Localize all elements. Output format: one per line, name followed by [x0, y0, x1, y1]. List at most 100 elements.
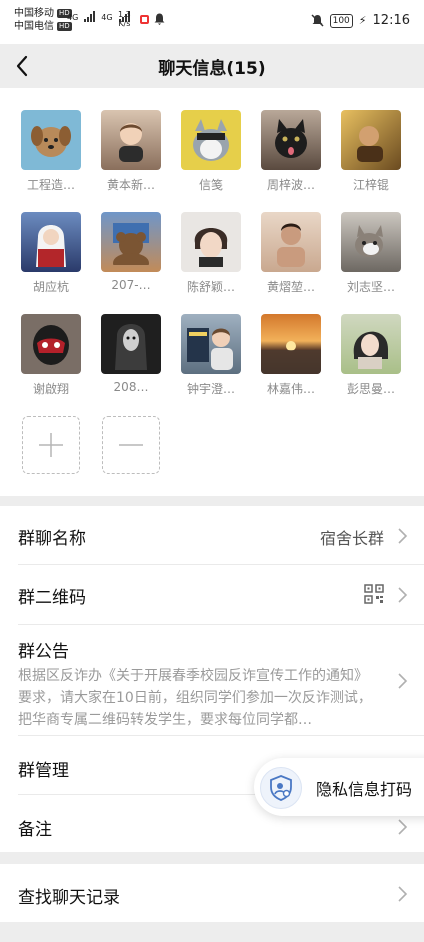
carrier-2: 中国电信 [14, 21, 54, 32]
group-name-row[interactable]: 群聊名称 宿舍长群 [0, 506, 424, 564]
group-qr-row[interactable]: 群二维码 [0, 565, 424, 624]
avatar [341, 212, 401, 272]
shield-icon [260, 767, 302, 809]
remove-member-button[interactable] [102, 416, 160, 474]
app-notification-icon [140, 14, 149, 24]
avatar-image-icon [355, 225, 383, 257]
member-name: 谢啟翔 [32, 382, 69, 396]
avatar [261, 314, 321, 374]
group-notice-row[interactable]: 群公告 根据区反诈办《关于开展春季校园反诈宣传工作的通知》要求，请大家在10日前… [0, 625, 424, 735]
bottom-spacer [0, 930, 424, 942]
speed-value: 1.3 [118, 10, 131, 19]
group-name-label: 群聊名称 [18, 529, 86, 549]
group-notice-label: 群公告 [18, 642, 69, 662]
avatar-image-icon [115, 324, 147, 370]
member-name: 江梓锟 [352, 178, 389, 192]
member-name: 胡应杭 [32, 280, 69, 294]
add-member-button[interactable] [22, 416, 80, 474]
member-item[interactable]: 陈舒颖… [171, 212, 251, 295]
speed-unit: K/s [118, 19, 131, 28]
page-title: 聊天信息(15) [158, 59, 266, 79]
avatar [341, 314, 401, 374]
member-name: 信笺 [198, 178, 223, 192]
member-name: 钟宇澄… [186, 382, 235, 396]
avatar [341, 110, 401, 170]
member-item[interactable]: 工程造… [11, 110, 91, 193]
member-name: 林嘉伟… [266, 382, 315, 396]
privacy-mask-button[interactable]: 隐私信息打码 [254, 758, 424, 816]
member-item[interactable]: 林嘉伟… [251, 314, 331, 397]
avatar [261, 110, 321, 170]
carrier-info: 中国移动 HD 中国电信 HD [14, 7, 72, 33]
member-item[interactable]: 信笺 [171, 110, 251, 193]
member-name: 工程造… [26, 178, 75, 192]
avatar-image-icon [187, 328, 233, 370]
member-item[interactable]: 207-… [91, 212, 171, 292]
search-history-row[interactable]: 查找聊天记录 [0, 864, 424, 922]
group-qr-label: 群二维码 [18, 588, 86, 608]
avatar [21, 314, 81, 374]
member-item[interactable]: 周梓波… [251, 110, 331, 193]
avatar [261, 212, 321, 272]
network-speed: 1.3 K/s [118, 10, 131, 28]
avatar-image-icon [119, 123, 143, 162]
qr-code-icon [364, 584, 384, 604]
member-item[interactable]: 谢啟翔 [11, 314, 91, 397]
member-name: 207-… [111, 278, 151, 292]
signal-icon [84, 10, 96, 22]
avatar [181, 212, 241, 272]
navigation-bar: 聊天信息(15) [0, 44, 424, 88]
hd-badge: HD [57, 22, 72, 31]
avatar [21, 212, 81, 272]
avatar [181, 314, 241, 374]
member-item[interactable]: 彭思曼… [331, 314, 411, 397]
group-manage-label: 群管理 [18, 761, 69, 781]
battery-level: 100 [329, 13, 353, 28]
group-notice-text: 根据区反诈办《关于开展春季校园反诈宣传工作的通知》要求，请大家在10日前，组织同… [18, 668, 372, 728]
clock: 12:16 [372, 13, 410, 28]
chevron-right-icon [398, 673, 408, 689]
member-name: 陈舒颖… [186, 280, 235, 294]
avatar [21, 110, 81, 170]
bell-icon [154, 13, 165, 25]
member-item[interactable]: 江梓锟 [331, 110, 411, 193]
chevron-right-icon [398, 528, 408, 544]
member-item[interactable]: 钟宇澄… [171, 314, 251, 397]
chevron-right-icon [398, 587, 408, 603]
avatar-image-icon [33, 325, 69, 365]
net-type-2: 4G [101, 13, 113, 22]
avatar [181, 110, 241, 170]
avatar-image-icon [277, 223, 305, 267]
member-name: 208… [113, 380, 149, 394]
avatar-image-icon [261, 341, 321, 374]
avatar-image-icon [113, 223, 149, 265]
avatar-image-icon [357, 126, 383, 162]
search-history-label: 查找聊天记录 [18, 888, 120, 908]
avatar-image-icon [36, 225, 66, 267]
net-type-1: 4G [67, 13, 79, 22]
status-bar: 中国移动 HD 中国电信 HD 4G 4G 1.3 K/s 100 ⚡ 12:16 [0, 0, 424, 44]
avatar [101, 212, 161, 272]
charging-icon: ⚡ [358, 14, 367, 27]
avatar-image-icon [194, 228, 228, 267]
group-name-value: 宿舍长群 [319, 529, 384, 548]
remark-label: 备注 [18, 820, 52, 840]
member-item[interactable]: 胡应杭 [11, 212, 91, 295]
member-item[interactable]: 208… [91, 314, 171, 394]
avatar-image-icon [353, 331, 388, 369]
member-grid: 工程造… 黄本新… 信笺 周梓波… 江梓锟 胡应杭 207-… 陈舒颖… 黄熠堃… [0, 88, 424, 496]
member-name: 黄熠堃… [266, 280, 315, 294]
member-name: 刘志坚… [346, 280, 395, 294]
member-item[interactable]: 刘志坚… [331, 212, 411, 295]
status-right: 100 ⚡ 12:16 [311, 13, 410, 28]
privacy-mask-label: 隐私信息打码 [316, 780, 413, 799]
mute-icon [311, 14, 324, 27]
search-history-section: 查找聊天记录 [0, 864, 424, 922]
member-item[interactable]: 黄本新… [91, 110, 171, 193]
avatar-image-icon [275, 119, 307, 158]
avatar-image-icon [193, 119, 229, 161]
member-item[interactable]: 黄熠堃… [251, 212, 331, 295]
member-name: 黄本新… [106, 178, 155, 192]
avatar [101, 314, 161, 374]
avatar-image-icon [31, 126, 71, 157]
